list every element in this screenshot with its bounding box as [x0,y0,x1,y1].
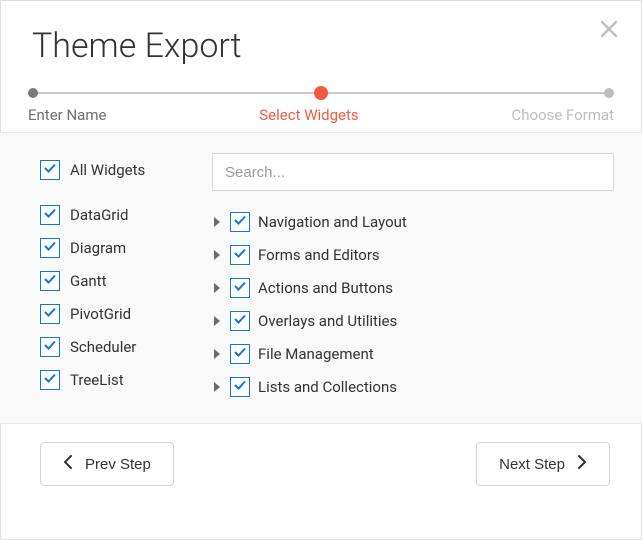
checkbox-diagram[interactable] [40,238,60,258]
check-icon [43,239,57,257]
left-item-pivotgrid[interactable]: PivotGrid [40,297,190,330]
left-item-label: DataGrid [70,206,128,224]
theme-export-dialog: Theme Export Enter Name Select Widgets C… [0,0,642,540]
expand-toggle[interactable] [212,279,222,297]
left-item-label: Gantt [70,272,106,290]
left-item-gantt[interactable]: Gantt [40,264,190,297]
right-column: Navigation and Layout Forms and Editors … [212,153,614,403]
right-item-forms[interactable]: Forms and Editors [212,238,614,271]
right-item-label: File Management [258,345,374,363]
prev-step-button[interactable]: Prev Step [40,442,174,486]
left-item-label: Diagram [70,239,126,257]
right-item-navigation[interactable]: Navigation and Layout [212,205,614,238]
check-icon [233,312,247,330]
checkbox-pivotgrid[interactable] [40,304,60,324]
checkbox-datagrid[interactable] [40,205,60,225]
chevron-right-icon [213,312,221,330]
content-area: All Widgets DataGrid Diagram Gantt Pivot… [0,132,642,424]
step-node-1[interactable] [28,88,38,98]
step-node-2[interactable] [314,86,328,100]
right-item-actions[interactable]: Actions and Buttons [212,271,614,304]
expand-toggle[interactable] [212,213,222,231]
check-icon [43,272,57,290]
step-label-3[interactable]: Choose Format [511,106,614,124]
check-icon [43,338,57,356]
chevron-right-icon [213,345,221,363]
chevron-right-icon [213,378,221,396]
check-icon [233,213,247,231]
right-item-overlays[interactable]: Overlays and Utilities [212,304,614,337]
check-icon [233,378,247,396]
checkbox-scheduler[interactable] [40,337,60,357]
chevron-left-icon [63,455,73,473]
left-item-label: Scheduler [70,338,136,356]
checkbox-navigation[interactable] [230,212,250,232]
search-input[interactable] [212,153,614,191]
step-label-2[interactable]: Select Widgets [259,106,358,124]
checkbox-forms[interactable] [230,245,250,265]
expand-toggle[interactable] [212,246,222,264]
checkbox-treelist[interactable] [40,370,60,390]
check-icon [43,206,57,224]
check-icon [43,161,57,179]
left-item-datagrid[interactable]: DataGrid [40,198,190,231]
right-item-lists[interactable]: Lists and Collections [212,370,614,403]
all-widgets-row[interactable]: All Widgets [40,153,190,186]
checkbox-overlays[interactable] [230,311,250,331]
checkbox-lists[interactable] [230,377,250,397]
left-item-treelist[interactable]: TreeList [40,363,190,396]
check-icon [233,279,247,297]
expand-toggle[interactable] [212,345,222,363]
left-item-diagram[interactable]: Diagram [40,231,190,264]
checkbox-all-widgets[interactable] [40,160,60,180]
check-icon [233,345,247,363]
all-widgets-label: All Widgets [70,161,145,179]
right-item-label: Forms and Editors [258,246,380,264]
right-item-label: Navigation and Layout [258,213,407,231]
left-column: All Widgets DataGrid Diagram Gantt Pivot… [40,153,190,403]
next-step-label: Next Step [499,456,565,473]
check-icon [233,246,247,264]
chevron-right-icon [213,246,221,264]
right-item-label: Overlays and Utilities [258,312,397,330]
chevron-right-icon [577,455,587,473]
check-icon [43,305,57,323]
right-item-label: Lists and Collections [258,378,397,396]
checkbox-gantt[interactable] [40,271,60,291]
footer: Prev Step Next Step [0,424,642,512]
close-button[interactable] [600,20,618,38]
right-item-label: Actions and Buttons [258,279,393,297]
checkbox-file-management[interactable] [230,344,250,364]
step-progress: Enter Name Select Widgets Choose Format [28,76,614,132]
next-step-button[interactable]: Next Step [476,442,610,486]
right-item-file-management[interactable]: File Management [212,337,614,370]
checkbox-actions[interactable] [230,278,250,298]
step-node-3[interactable] [604,88,614,98]
left-item-label: PivotGrid [70,305,131,323]
left-item-scheduler[interactable]: Scheduler [40,330,190,363]
prev-step-label: Prev Step [85,456,151,473]
expand-toggle[interactable] [212,312,222,330]
step-label-1[interactable]: Enter Name [28,106,106,124]
check-icon [43,371,57,389]
chevron-right-icon [213,279,221,297]
left-item-label: TreeList [70,371,124,389]
expand-toggle[interactable] [212,378,222,396]
chevron-right-icon [213,213,221,231]
dialog-title: Theme Export [0,0,642,76]
